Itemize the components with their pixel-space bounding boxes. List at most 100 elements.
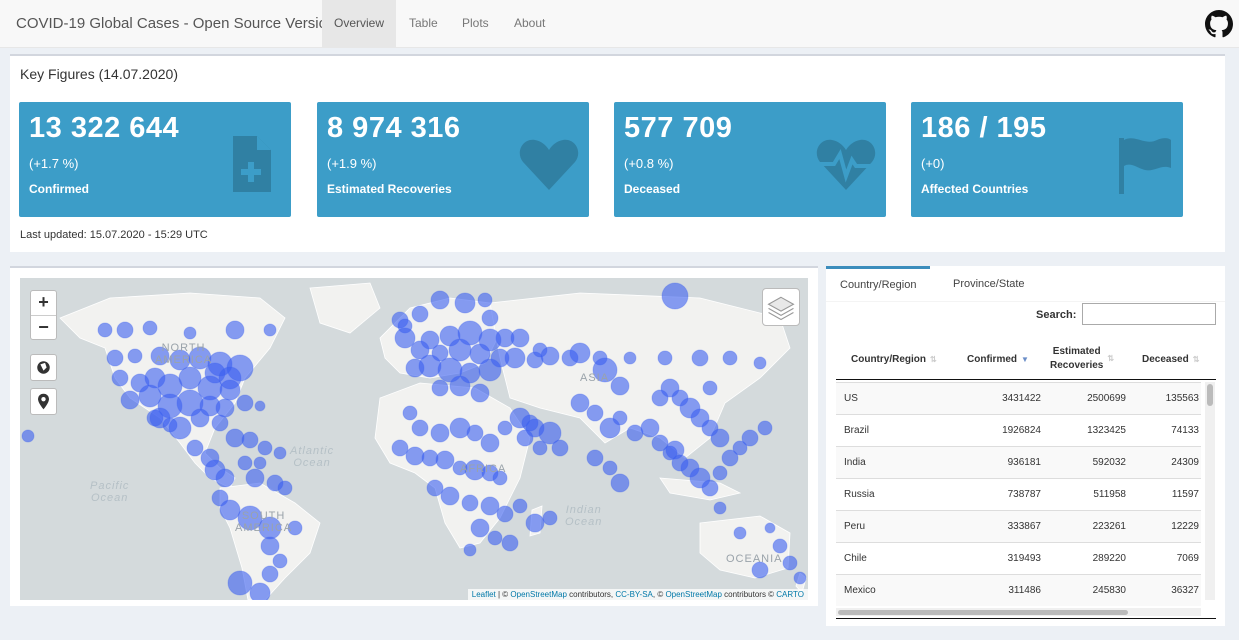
case-bubble[interactable] <box>586 449 604 467</box>
case-bubble[interactable] <box>263 323 277 337</box>
case-bubble[interactable] <box>569 342 591 364</box>
col-country-region[interactable]: Country/Region ⇅ <box>851 338 937 380</box>
locate-button[interactable] <box>30 388 57 415</box>
tab-about[interactable]: About <box>502 0 557 47</box>
case-bubble[interactable] <box>257 440 273 456</box>
case-bubble[interactable] <box>440 486 460 506</box>
case-bubble[interactable] <box>405 446 425 466</box>
table-row[interactable]: US 3431422 2500699 135563 <box>836 382 1201 414</box>
case-bubble[interactable] <box>623 351 637 365</box>
osm-link-2[interactable]: OpenStreetMap <box>665 590 721 599</box>
case-bubble[interactable] <box>480 433 500 453</box>
search-input[interactable] <box>1082 303 1216 325</box>
case-bubble[interactable] <box>162 417 178 433</box>
case-bubble[interactable] <box>111 369 129 387</box>
case-bubble[interactable] <box>662 445 678 461</box>
case-bubble[interactable] <box>461 494 479 512</box>
case-bubble[interactable] <box>260 536 280 556</box>
case-bubble[interactable] <box>430 423 450 443</box>
zoom-out-button[interactable]: − <box>31 315 56 339</box>
case-bubble[interactable] <box>254 400 266 412</box>
tab-overview[interactable]: Overview <box>322 0 397 47</box>
table-row[interactable]: Chile 319493 289220 7069 <box>836 542 1201 574</box>
case-bubble[interactable] <box>435 450 455 470</box>
table-row[interactable]: Mexico 311486 245830 36327 <box>836 574 1201 606</box>
case-bubble[interactable] <box>497 420 513 436</box>
case-bubble[interactable] <box>757 420 773 436</box>
case-bubble[interactable] <box>651 389 669 407</box>
case-bubble[interactable] <box>272 553 288 569</box>
github-icon[interactable] <box>1205 10 1233 38</box>
case-bubble[interactable] <box>510 328 530 348</box>
case-bubble[interactable] <box>481 309 499 327</box>
case-bubble[interactable] <box>532 342 548 358</box>
zoom-in-button[interactable]: + <box>31 291 56 315</box>
case-bubble[interactable] <box>793 571 807 585</box>
case-bubble[interactable] <box>186 439 204 457</box>
case-bubble[interactable] <box>411 419 429 437</box>
case-bubble[interactable] <box>411 305 429 323</box>
case-bubble[interactable] <box>21 429 35 443</box>
table-row[interactable]: Russia 738787 511958 11597 <box>836 478 1201 510</box>
case-bubble[interactable] <box>277 480 293 496</box>
case-bubble[interactable] <box>772 538 788 554</box>
case-bubble[interactable] <box>183 326 197 340</box>
vertical-scrollbar[interactable] <box>1205 382 1215 600</box>
case-bubble[interactable] <box>478 358 502 382</box>
case-bubble[interactable] <box>512 498 528 514</box>
case-bubble[interactable] <box>661 282 689 310</box>
case-bubble[interactable] <box>741 429 759 447</box>
table-row[interactable]: India 936181 592032 24309 <box>836 446 1201 478</box>
case-bubble[interactable] <box>542 510 558 526</box>
case-bubble[interactable] <box>454 292 476 314</box>
case-bubble[interactable] <box>477 292 493 308</box>
case-bubble[interactable] <box>225 320 245 340</box>
case-bubble[interactable] <box>431 379 449 397</box>
case-bubble[interactable] <box>449 375 471 397</box>
case-bubble[interactable] <box>253 456 267 470</box>
case-bubble[interactable] <box>722 350 738 366</box>
case-bubble[interactable] <box>466 424 484 442</box>
world-map[interactable]: + − NORTH AMERICA SOUTH AMERICA AFRICA A… <box>20 278 808 600</box>
tab-table[interactable]: Table <box>397 0 450 47</box>
case-bubble[interactable] <box>402 405 418 421</box>
cc-by-sa-link[interactable]: CC-BY-SA <box>615 590 653 599</box>
case-bubble[interactable] <box>225 428 245 448</box>
case-bubble[interactable] <box>701 479 719 497</box>
case-bubble[interactable] <box>273 446 287 460</box>
case-bubble[interactable] <box>612 410 628 426</box>
case-bubble[interactable] <box>106 349 124 367</box>
col-deceased[interactable]: Deceased ⇅ <box>1142 338 1199 380</box>
case-bubble[interactable] <box>178 366 202 390</box>
case-bubble[interactable] <box>470 383 490 403</box>
osm-link-1[interactable]: OpenStreetMap <box>510 590 566 599</box>
case-bubble[interactable] <box>504 347 526 369</box>
case-bubble[interactable] <box>712 465 728 481</box>
case-bubble[interactable] <box>525 513 545 533</box>
case-bubble[interactable] <box>127 348 143 364</box>
case-bubble[interactable] <box>211 414 229 432</box>
case-bubble[interactable] <box>733 526 747 540</box>
case-bubble[interactable] <box>496 505 514 523</box>
case-bubble[interactable] <box>215 468 235 488</box>
case-bubble[interactable] <box>146 409 164 427</box>
case-bubble[interactable] <box>501 534 519 552</box>
case-bubble[interactable] <box>215 398 235 418</box>
case-bubble[interactable] <box>421 449 439 467</box>
case-bubble[interactable] <box>602 460 618 476</box>
case-bubble[interactable] <box>236 394 254 412</box>
case-bubble[interactable] <box>418 354 442 378</box>
case-bubble[interactable] <box>551 439 569 457</box>
case-bubble[interactable] <box>116 321 134 339</box>
case-bubble[interactable] <box>610 473 630 493</box>
case-bubble[interactable] <box>426 479 444 497</box>
carto-link[interactable]: CARTO <box>776 590 804 599</box>
case-bubble[interactable] <box>245 468 265 488</box>
case-bubble[interactable] <box>227 570 253 596</box>
case-bubble[interactable] <box>691 349 709 367</box>
case-bubble[interactable] <box>521 414 539 432</box>
case-bubble[interactable] <box>237 455 253 471</box>
case-bubble[interactable] <box>142 320 158 336</box>
case-bubble[interactable] <box>190 408 210 428</box>
case-bubble[interactable] <box>702 380 718 396</box>
